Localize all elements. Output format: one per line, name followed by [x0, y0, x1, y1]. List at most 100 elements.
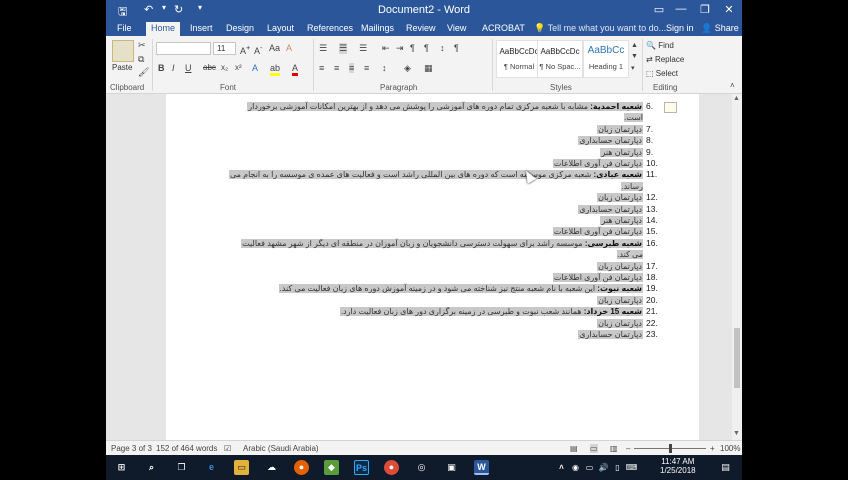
subscript-button[interactable]: x₂ — [221, 63, 228, 72]
increase-indent-icon[interactable]: ⇥ — [396, 43, 404, 54]
strikethrough-button[interactable]: abc — [203, 63, 216, 72]
tab-mailings[interactable]: Mailings — [356, 22, 399, 34]
word-taskbar-icon[interactable]: W — [474, 460, 489, 475]
copy-icon[interactable]: ⧉ — [138, 54, 144, 65]
tab-layout[interactable]: Layout — [262, 22, 299, 34]
word-count[interactable]: 152 of 464 words — [156, 444, 217, 453]
print-layout-icon[interactable]: ▭ — [590, 444, 598, 453]
multilevel-list-icon[interactable]: ☰ — [359, 43, 367, 54]
app-icon[interactable]: ◆ — [324, 460, 339, 475]
zoom-level[interactable]: 100% — [720, 444, 740, 453]
align-right-icon[interactable]: ≡ — [349, 63, 355, 73]
cut-icon[interactable]: ✂ — [138, 40, 146, 51]
sort-icon[interactable]: ↕ — [440, 43, 445, 53]
shrink-font-icon[interactable]: A- — [254, 43, 263, 56]
firefox-icon[interactable]: ● — [294, 460, 309, 475]
vertical-scrollbar[interactable]: ▲ ▼ — [732, 94, 742, 440]
file-explorer-icon[interactable]: ▭ — [234, 460, 249, 475]
minimize-button[interactable]: — — [670, 3, 692, 15]
scroll-down-icon[interactable]: ▼ — [733, 430, 740, 437]
numbering-icon[interactable]: ☰ — [339, 43, 348, 54]
bullets-icon[interactable]: ☰ — [319, 43, 327, 54]
styles-more-icon[interactable]: ▾ — [631, 64, 635, 72]
tab-view[interactable]: View — [442, 22, 471, 34]
action-center-icon[interactable]: ▤ — [718, 460, 733, 475]
replace-button[interactable]: ⇄ Replace — [646, 55, 684, 64]
tab-references[interactable]: References — [302, 22, 358, 34]
superscript-button[interactable]: x² — [235, 63, 242, 72]
battery-icon[interactable]: ▯ — [610, 460, 625, 475]
clipboard-icon[interactable] — [112, 40, 134, 62]
tab-acrobat[interactable]: ACROBAT — [477, 22, 530, 34]
input-language-icon[interactable]: ⌨ — [624, 460, 639, 475]
tray-app-icon[interactable]: ◉ — [568, 460, 583, 475]
close-button[interactable]: ✕ — [718, 3, 740, 16]
underline-button[interactable]: U — [185, 63, 192, 73]
bold-button[interactable]: B — [158, 63, 165, 73]
style-heading-1[interactable]: AaBbCc Heading 1 — [583, 40, 629, 78]
app-icon[interactable]: ☁ — [264, 460, 279, 475]
style-no-spacing[interactable]: AaBbCcDc ¶ No Spac... — [537, 40, 583, 78]
zoom-in-button[interactable]: + — [710, 444, 715, 453]
ltr-direction-icon[interactable]: ¶ — [410, 43, 415, 53]
proofing-icon[interactable]: ☑ — [224, 444, 231, 453]
grow-font-icon[interactable]: A+ — [240, 43, 250, 56]
web-layout-icon[interactable]: ▥ — [610, 444, 618, 453]
style-normal[interactable]: AaBbCcDc ¶ Normal — [496, 40, 542, 78]
task-view-icon[interactable]: ❐ — [174, 460, 189, 475]
borders-icon[interactable]: ▦ — [424, 63, 433, 74]
search-icon[interactable]: ⌕ — [144, 460, 159, 475]
zoom-slider-thumb[interactable] — [669, 444, 672, 453]
font-name-input[interactable] — [156, 42, 211, 55]
highlight-color-icon[interactable]: ab — [270, 63, 281, 76]
text-effects-icon[interactable]: A — [252, 63, 258, 73]
network-icon[interactable]: ▭ — [582, 460, 597, 475]
scroll-up-icon[interactable]: ▲ — [733, 95, 740, 102]
shading-icon[interactable]: ◈ — [404, 63, 411, 74]
clock[interactable]: 11:47 AM 1/25/2018 — [660, 457, 696, 475]
clear-formatting-icon[interactable]: A — [286, 43, 292, 53]
photoshop-icon[interactable]: Ps — [354, 460, 369, 475]
chrome-icon[interactable]: ● — [384, 460, 399, 475]
edge-icon[interactable]: e — [204, 460, 219, 475]
tell-me-search[interactable]: 💡 Tell me what you want to do... — [534, 23, 666, 34]
tab-design[interactable]: Design — [221, 22, 259, 34]
change-case-icon[interactable]: Aa — [269, 43, 280, 53]
scrollbar-thumb[interactable] — [734, 328, 740, 388]
app-icon[interactable]: ◎ — [414, 460, 429, 475]
styles-scroll-up-icon[interactable]: ▲ — [631, 42, 638, 49]
decrease-indent-icon[interactable]: ⇤ — [382, 43, 390, 54]
justify-icon[interactable]: ≡ — [364, 63, 369, 73]
ribbon-display-options-icon[interactable]: ▭ — [648, 3, 670, 16]
page-count[interactable]: Page 3 of 3 — [111, 444, 152, 453]
windows-start-icon[interactable]: ⊞ — [114, 460, 129, 475]
read-mode-icon[interactable]: ▤ — [570, 444, 578, 453]
sign-in-link[interactable]: Sign in — [666, 23, 694, 33]
tray-chevron-icon[interactable]: ˄ — [554, 460, 569, 475]
app-icon[interactable]: ▣ — [444, 460, 459, 475]
collapse-ribbon-icon[interactable]: ˄ — [730, 81, 735, 90]
document-page[interactable]: 6. شعبه احمدیة: مشابه با شعبه مرکزی تمام … — [166, 94, 699, 440]
show-marks-icon[interactable]: ¶ — [454, 43, 459, 53]
italic-button[interactable]: I — [172, 63, 175, 73]
font-color-icon[interactable]: A — [292, 63, 299, 76]
format-painter-icon[interactable]: 🖌 — [138, 67, 149, 78]
restore-button[interactable]: ❐ — [694, 3, 716, 16]
volume-icon[interactable]: 🔊 — [596, 460, 611, 475]
rtl-direction-icon[interactable]: ¶ — [424, 43, 429, 53]
styles-scroll-down-icon[interactable]: ▼ — [631, 53, 638, 60]
line-spacing-icon[interactable]: ↕ — [382, 63, 387, 73]
share-button[interactable]: 👤 Share — [701, 23, 739, 34]
select-button[interactable]: ⬚ Select — [646, 69, 678, 78]
tab-review[interactable]: Review — [401, 22, 441, 34]
align-center-icon[interactable]: ≡ — [334, 63, 339, 73]
zoom-out-button[interactable]: – — [626, 444, 630, 453]
tab-insert[interactable]: Insert — [185, 22, 218, 34]
align-left-icon[interactable]: ≡ — [319, 63, 324, 73]
font-size-input[interactable]: 11 — [213, 42, 236, 55]
tab-home[interactable]: Home — [146, 22, 181, 36]
language-indicator[interactable]: Arabic (Saudi Arabia) — [243, 444, 319, 453]
paste-button[interactable]: Paste — [112, 63, 132, 72]
tab-file[interactable]: File — [112, 22, 137, 34]
find-button[interactable]: 🔍 Find — [646, 41, 674, 50]
